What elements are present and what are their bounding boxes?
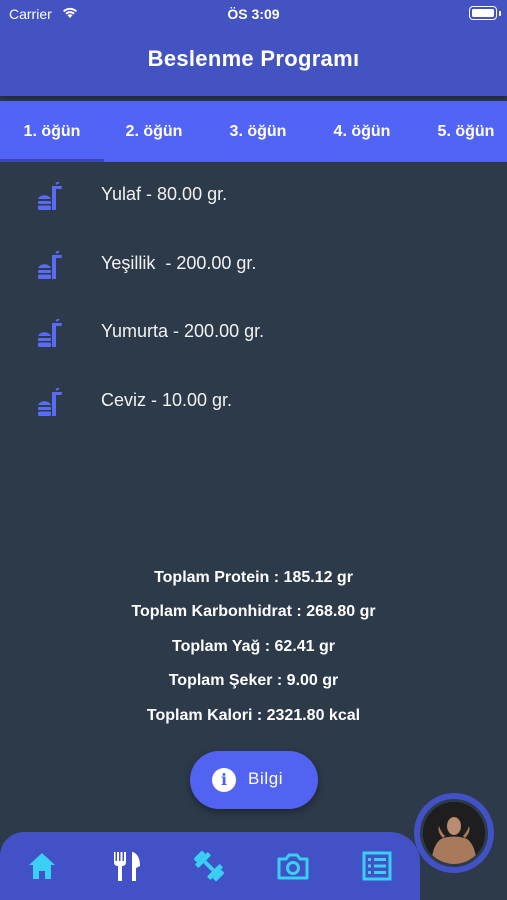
dumbbell-icon — [193, 850, 225, 882]
total-calories: Toplam Kalori : 2321.80 kcal — [146, 706, 361, 724]
fork-knife-icon — [114, 852, 140, 881]
meal-item-label: Yulaf - 80.00 gr. — [101, 184, 228, 204]
meal-item-list: Yulaf - 80.00 gr. Yeşillik - 200.00 gr. … — [0, 162, 507, 436]
burger-drink-icon — [36, 181, 64, 212]
info-button-label: Bilgi — [248, 769, 284, 788]
tab-meal-3[interactable]: 3. öğün — [206, 101, 310, 162]
total-protein: Toplam Protein : 185.12 gr — [154, 569, 353, 586]
burger-drink-icon — [36, 249, 64, 281]
nav-camera[interactable] — [273, 846, 313, 886]
tab-meal-5[interactable]: 5. öğün — [414, 101, 507, 162]
home-icon — [29, 853, 55, 879]
meal-item-label: Yeşillik - 200.00 gr. — [101, 252, 257, 273]
burger-drink-icon — [36, 386, 64, 418]
page-title: Beslenme Programı — [147, 46, 360, 71]
tab-meal-1[interactable]: 1. öğün — [0, 101, 104, 162]
status-bar: Carrier ÖS 3:09 — [0, 0, 507, 28]
tab-meal-2[interactable]: 2. öğün — [102, 101, 206, 162]
app-header: Carrier ÖS 3:09 Beslenme Programı — [0, 0, 507, 96]
info-button[interactable]: Bilgi — [190, 751, 318, 809]
avatar[interactable] — [420, 799, 488, 867]
nav-meal[interactable] — [106, 846, 146, 886]
status-time: ÖS 3:09 — [227, 6, 280, 22]
list-item[interactable]: Yeşillik - 200.00 gr. — [0, 231, 507, 300]
list-item[interactable]: Yulaf - 80.00 gr. — [0, 162, 507, 231]
battery-icon — [469, 6, 501, 20]
bottom-nav — [0, 832, 420, 900]
nav-home[interactable] — [22, 846, 62, 886]
meal-item-label: Ceviz - 10.00 gr. — [101, 389, 233, 410]
total-sugar: Toplam Şeker : 9.00 gr — [168, 672, 339, 690]
info-icon — [212, 768, 236, 792]
list-icon — [362, 851, 392, 881]
tab-meal-4[interactable]: 4. öğün — [310, 101, 414, 162]
nav-workout[interactable] — [189, 846, 229, 886]
total-carbs: Toplam Karbonhidrat : 268.80 gr — [131, 603, 376, 621]
list-item[interactable]: Yumurta - 200.00 gr. — [0, 299, 507, 368]
meal-tabs: 1. öğün 2. öğün 3. öğün 4. öğün 5. öğün — [0, 101, 507, 162]
list-item[interactable]: Ceviz - 10.00 gr. — [0, 368, 507, 437]
athlete-photo-icon — [423, 802, 485, 864]
nav-list[interactable] — [357, 846, 397, 886]
camera-icon — [277, 853, 309, 880]
burger-drink-icon — [36, 318, 64, 349]
meal-item-label: Yumurta - 200.00 gr. — [101, 321, 265, 341]
nutrition-totals: Toplam Protein : 185.12 gr Toplam Karbon… — [0, 566, 507, 738]
total-fat: Toplam Yağ : 62.41 gr — [171, 637, 336, 655]
